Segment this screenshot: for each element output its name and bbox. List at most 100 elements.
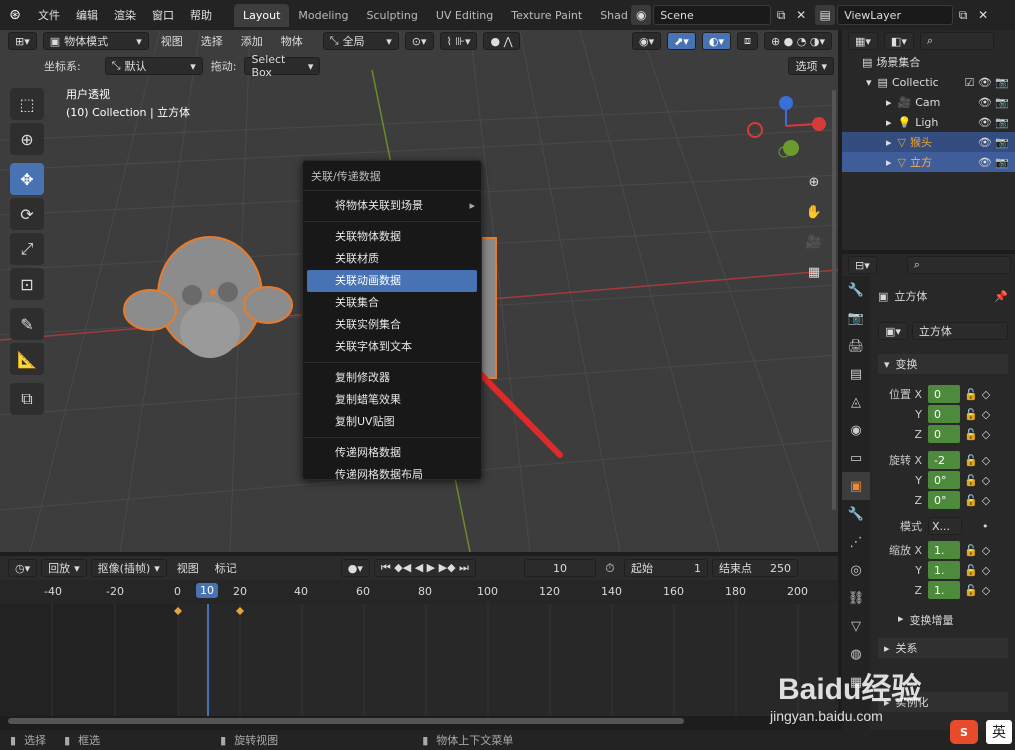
menu-view[interactable]: 视图: [155, 33, 189, 49]
lock-icon[interactable]: 🔓: [964, 564, 978, 577]
delete-view-layer-icon[interactable]: ✕: [973, 5, 993, 25]
output-tab-icon[interactable]: 🖨: [842, 332, 870, 360]
menu-render[interactable]: 渲染: [106, 7, 144, 23]
measure-tool-icon[interactable]: 📐: [10, 343, 44, 375]
menu-item-transfer-mesh-data-layout[interactable]: 传递网格数据布局: [303, 464, 481, 486]
object-type-dropdown[interactable]: ▣▾: [878, 322, 908, 340]
keyframe-diamond-icon[interactable]: ◇: [982, 564, 990, 577]
keyframe-diamond-icon[interactable]: ◇: [982, 388, 990, 401]
editor-type-dropdown[interactable]: ⊞▾: [8, 32, 37, 50]
constraints-tab-icon[interactable]: ⛓: [842, 584, 870, 612]
menu-item-link-fonts[interactable]: 关联字体到文本: [303, 336, 481, 358]
timeline-view-menu[interactable]: 视图: [171, 560, 205, 576]
camera-view-icon[interactable]: 🎥: [802, 230, 826, 254]
modifier-tab-icon[interactable]: 🔧: [842, 500, 870, 528]
keyframe-diamond-icon[interactable]: ◇: [982, 544, 990, 557]
outliner-display-mode[interactable]: ◧▾: [883, 32, 914, 50]
timeline-scrollbar[interactable]: [8, 718, 684, 724]
menu-item-transfer-mesh-data[interactable]: 传递网格数据: [303, 442, 481, 464]
outliner-item-camera[interactable]: ▸ 🎥 Cam 👁 📷: [842, 92, 1015, 112]
data-tab-icon[interactable]: ▽: [842, 612, 870, 640]
playback-dropdown[interactable]: 回放 ▾: [41, 559, 87, 577]
view-layer-tab-icon[interactable]: ▤: [842, 360, 870, 388]
collection-tab-icon[interactable]: ▭: [842, 444, 870, 472]
menu-item-copy-grease-pencil-effects[interactable]: 复制蜡笔效果: [303, 389, 481, 411]
location-z-field[interactable]: 0: [928, 425, 960, 443]
visibility-icons[interactable]: 👁 📷: [978, 156, 1009, 169]
lock-icon[interactable]: 🔓: [964, 584, 978, 597]
menu-select[interactable]: 选择: [195, 33, 229, 49]
visibility-icons[interactable]: 👁 📷: [978, 96, 1009, 109]
relations-panel-header[interactable]: ▸ 关系: [878, 638, 1008, 658]
perspective-grid-icon[interactable]: ▦: [802, 260, 826, 284]
drag-dropdown[interactable]: Select Box ▾: [244, 53, 321, 79]
shading-modes[interactable]: ⊕ ● ◔ ◑▾: [763, 32, 832, 50]
tab-shading[interactable]: Shadi: [591, 4, 627, 27]
menu-item-link-materials[interactable]: 关联材质: [303, 248, 481, 270]
tab-texture-paint[interactable]: Texture Paint: [502, 4, 591, 27]
menu-object[interactable]: 物体: [275, 33, 309, 49]
outliner-editor-type[interactable]: ▦▾: [848, 32, 878, 50]
snap-toggle[interactable]: ⌇ ⊪▾: [439, 32, 478, 50]
world-tab-icon[interactable]: ◉: [842, 416, 870, 444]
location-y-field[interactable]: 0: [928, 405, 960, 423]
add-cube-tool-icon[interactable]: ⧉: [10, 383, 44, 415]
lock-icon[interactable]: 🔓: [964, 388, 978, 401]
scene-field[interactable]: Scene: [653, 5, 772, 25]
view-layer-icon[interactable]: ▤: [815, 5, 836, 25]
zoom-icon[interactable]: ⊕: [802, 170, 826, 194]
keyframe-diamond-icon[interactable]: ◇: [982, 454, 990, 467]
timeline-body[interactable]: [0, 604, 838, 724]
keyframe-diamond-icon[interactable]: ◇: [982, 474, 990, 487]
menu-item-link-animation-data[interactable]: 关联动画数据: [307, 270, 477, 292]
tab-modeling[interactable]: Modeling: [289, 4, 357, 27]
menu-item-copy-uv-maps[interactable]: 复制UV贴图: [303, 411, 481, 433]
timeline-editor-type[interactable]: ◷▾: [8, 559, 38, 577]
scene-tab-icon[interactable]: ◬: [842, 388, 870, 416]
options-dropdown[interactable]: 选项 ▾: [788, 57, 834, 75]
tab-uv-editing[interactable]: UV Editing: [427, 4, 502, 27]
lock-icon[interactable]: 🔓: [964, 454, 978, 467]
transform-tool-icon[interactable]: ⊡: [10, 268, 44, 300]
delete-scene-icon[interactable]: ✕: [791, 5, 811, 25]
object-name-field[interactable]: 立方体: [911, 322, 1008, 340]
select-box-tool-icon[interactable]: ⬚: [10, 88, 44, 120]
outliner-search[interactable]: ⌕: [919, 32, 994, 50]
menu-help[interactable]: 帮助: [182, 7, 220, 23]
annotate-tool-icon[interactable]: ✎: [10, 308, 44, 340]
scale-y-field[interactable]: 1.: [928, 561, 960, 579]
particles-tab-icon[interactable]: ⋰: [842, 528, 870, 556]
scale-z-field[interactable]: 1.: [928, 581, 960, 599]
keyframe-diamond-icon[interactable]: ◇: [982, 584, 990, 597]
lock-icon[interactable]: 🔓: [964, 408, 978, 421]
autokey-toggle[interactable]: ●▾: [340, 559, 370, 577]
stopwatch-icon[interactable]: ⏱: [600, 558, 620, 578]
properties-search[interactable]: ⌕: [906, 256, 1011, 274]
viewport-scrollbar[interactable]: [832, 90, 836, 510]
scale-tool-icon[interactable]: ⤢: [10, 233, 44, 265]
object-tab-icon[interactable]: ▣: [842, 472, 870, 500]
orientation-dropdown[interactable]: ⤡ 全局 ▾: [322, 32, 399, 50]
lock-icon[interactable]: 🔓: [964, 428, 978, 441]
menu-item-copy-modifiers[interactable]: 复制修改器: [303, 367, 481, 389]
menu-item-link-instance-collections[interactable]: 关联实例集合: [303, 314, 481, 336]
playhead-frame-label[interactable]: 10: [196, 583, 218, 598]
keyframe-diamond-icon[interactable]: ◇: [982, 428, 990, 441]
menu-file[interactable]: 文件: [30, 7, 68, 23]
transform-panel-header[interactable]: ▾ 变换: [878, 354, 1008, 374]
proportional-edit-toggle[interactable]: ● ⋀: [483, 32, 520, 50]
current-frame-field[interactable]: 10: [523, 559, 596, 577]
pin-icon[interactable]: 📌: [994, 290, 1008, 303]
ime-logo-icon[interactable]: S: [950, 720, 978, 744]
rotation-x-field[interactable]: -2: [928, 451, 960, 469]
playback-controls[interactable]: ⏮ ◆◀ ◀ ▶ ▶◆ ⏭: [373, 559, 476, 577]
outliner-item-monkey[interactable]: ▸ ▽ 猴头 👁 📷: [842, 132, 1015, 152]
coord-dropdown[interactable]: ⤡ 默认 ▾: [104, 57, 203, 75]
move-tool-icon[interactable]: ✥: [10, 163, 44, 195]
cursor-tool-icon[interactable]: ⊕: [10, 123, 44, 155]
new-scene-icon[interactable]: ⧉: [771, 5, 791, 25]
blender-logo-icon[interactable]: ⊛: [0, 7, 30, 23]
visibility-icons[interactable]: 👁 📷: [978, 136, 1009, 149]
properties-editor-type[interactable]: ⊟▾: [848, 256, 877, 274]
new-view-layer-icon[interactable]: ⧉: [953, 5, 973, 25]
